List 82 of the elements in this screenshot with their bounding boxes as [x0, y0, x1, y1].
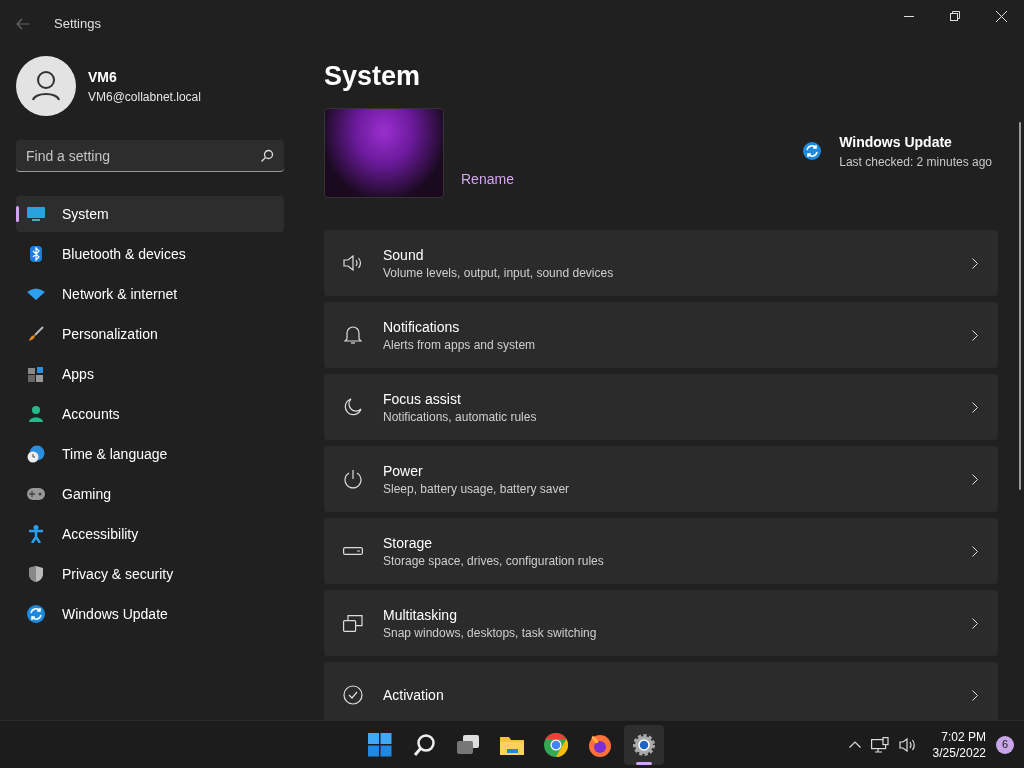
sidebar-item[interactable]: System [16, 196, 284, 232]
row-subtitle: Snap windows, desktops, task switching [383, 624, 597, 641]
settings-row[interactable]: Storage Storage space, drives, configuration rules [324, 518, 998, 584]
shield-icon [26, 564, 46, 584]
minimize-icon [904, 15, 914, 17]
apps-icon [26, 364, 46, 384]
sidebar-item[interactable]: Privacy & security [16, 556, 284, 592]
clock-time: 7:02 PM [941, 728, 986, 745]
row-title: Multitasking [383, 605, 458, 625]
network-icon[interactable] [870, 736, 889, 753]
page-title: System [324, 60, 422, 92]
taskbar-app-button[interactable] [624, 725, 664, 765]
chevron-up-icon[interactable] [848, 741, 861, 748]
settings-row[interactable]: Multitasking Snap windows, desktops, task switching [324, 590, 998, 656]
settings-row[interactable]: Focus assist Notifications, automatic rules [324, 374, 998, 440]
row-subtitle: Notifications, automatic rules [383, 408, 537, 425]
chevron-right-icon [972, 257, 978, 269]
row-title: Activation [383, 685, 444, 705]
windows-logo-icon [367, 733, 393, 757]
speaker-icon[interactable] [898, 736, 917, 753]
update-title[interactable]: Windows Update [839, 132, 992, 153]
update-icon [26, 604, 46, 624]
sidebar-item[interactable]: Accessibility [16, 516, 284, 552]
chevron-right-icon [972, 545, 978, 557]
avatar [16, 56, 76, 116]
moon-icon [342, 396, 364, 418]
update-status: Last checked: 2 minutes ago [839, 154, 992, 171]
windows-stack-icon [342, 612, 364, 634]
monitor-icon [26, 204, 46, 224]
settings-row[interactable]: Sound Volume levels, output, input, sound devices [324, 230, 998, 296]
search-field[interactable]: Find a setting [16, 140, 284, 172]
settings-row[interactable]: Power Sleep, battery usage, battery saver [324, 446, 998, 512]
account-email: VM6@collabnet.local [88, 88, 201, 106]
notification-badge[interactable]: 6 [996, 735, 1014, 754]
fox-browser-icon [587, 733, 613, 757]
update-icon [803, 141, 824, 162]
row-subtitle: Sleep, battery usage, battery saver [383, 480, 570, 497]
paintbrush-icon [26, 324, 46, 344]
chevron-right-icon [972, 329, 978, 341]
restore-icon [950, 11, 960, 21]
person-icon [26, 404, 46, 424]
account-name: VM6 [88, 67, 118, 87]
clock[interactable]: 7:02 PM 3/25/2022 [932, 728, 986, 761]
settings-row[interactable]: Activation [324, 662, 998, 720]
sidebar-item[interactable]: Windows Update [16, 596, 284, 632]
speaker-icon [342, 252, 364, 274]
row-title: Power [383, 461, 424, 481]
clock-date: 3/25/2022 [932, 744, 986, 761]
chevron-right-icon [972, 617, 978, 629]
row-subtitle: Alerts from apps and system [383, 336, 536, 353]
scrollbar[interactable] [1019, 122, 1021, 490]
accessibility-icon [26, 524, 46, 544]
row-title: Focus assist [383, 389, 462, 409]
sidebar-item[interactable]: Bluetooth & devices [16, 236, 284, 272]
window-title: Settings [54, 15, 101, 34]
close-icon [995, 10, 1007, 22]
gear-icon [631, 733, 657, 757]
chevron-right-icon [972, 689, 978, 701]
sidebar-item[interactable]: Personalization [16, 316, 284, 352]
browser-icon [543, 733, 569, 757]
settings-row[interactable]: Notifications Alerts from apps and system [324, 302, 998, 368]
back-icon[interactable] [16, 18, 30, 30]
clock-globe-icon [26, 444, 46, 464]
sidebar-item[interactable]: Apps [16, 356, 284, 392]
row-title: Sound [383, 245, 425, 265]
sidebar-item[interactable]: Time & language [16, 436, 284, 472]
search-icon[interactable] [260, 149, 274, 163]
chevron-right-icon [972, 401, 978, 413]
sidebar-item[interactable]: Accounts [16, 396, 284, 432]
checkmark-circle-icon [342, 684, 364, 706]
sidebar-item[interactable]: Network & internet [16, 276, 284, 312]
task-view-icon [455, 733, 481, 757]
row-title: Storage [383, 533, 434, 553]
row-title: Notifications [383, 317, 461, 337]
chevron-right-icon [972, 473, 978, 485]
sidebar-item[interactable]: Gaming [16, 476, 284, 512]
rename-link[interactable]: Rename [461, 169, 514, 190]
search-icon [411, 733, 437, 757]
power-icon [342, 468, 364, 490]
bell-icon [342, 324, 364, 346]
row-subtitle: Storage space, drives, configuration rules [383, 552, 604, 569]
row-subtitle: Volume levels, output, input, sound devices [383, 264, 614, 281]
